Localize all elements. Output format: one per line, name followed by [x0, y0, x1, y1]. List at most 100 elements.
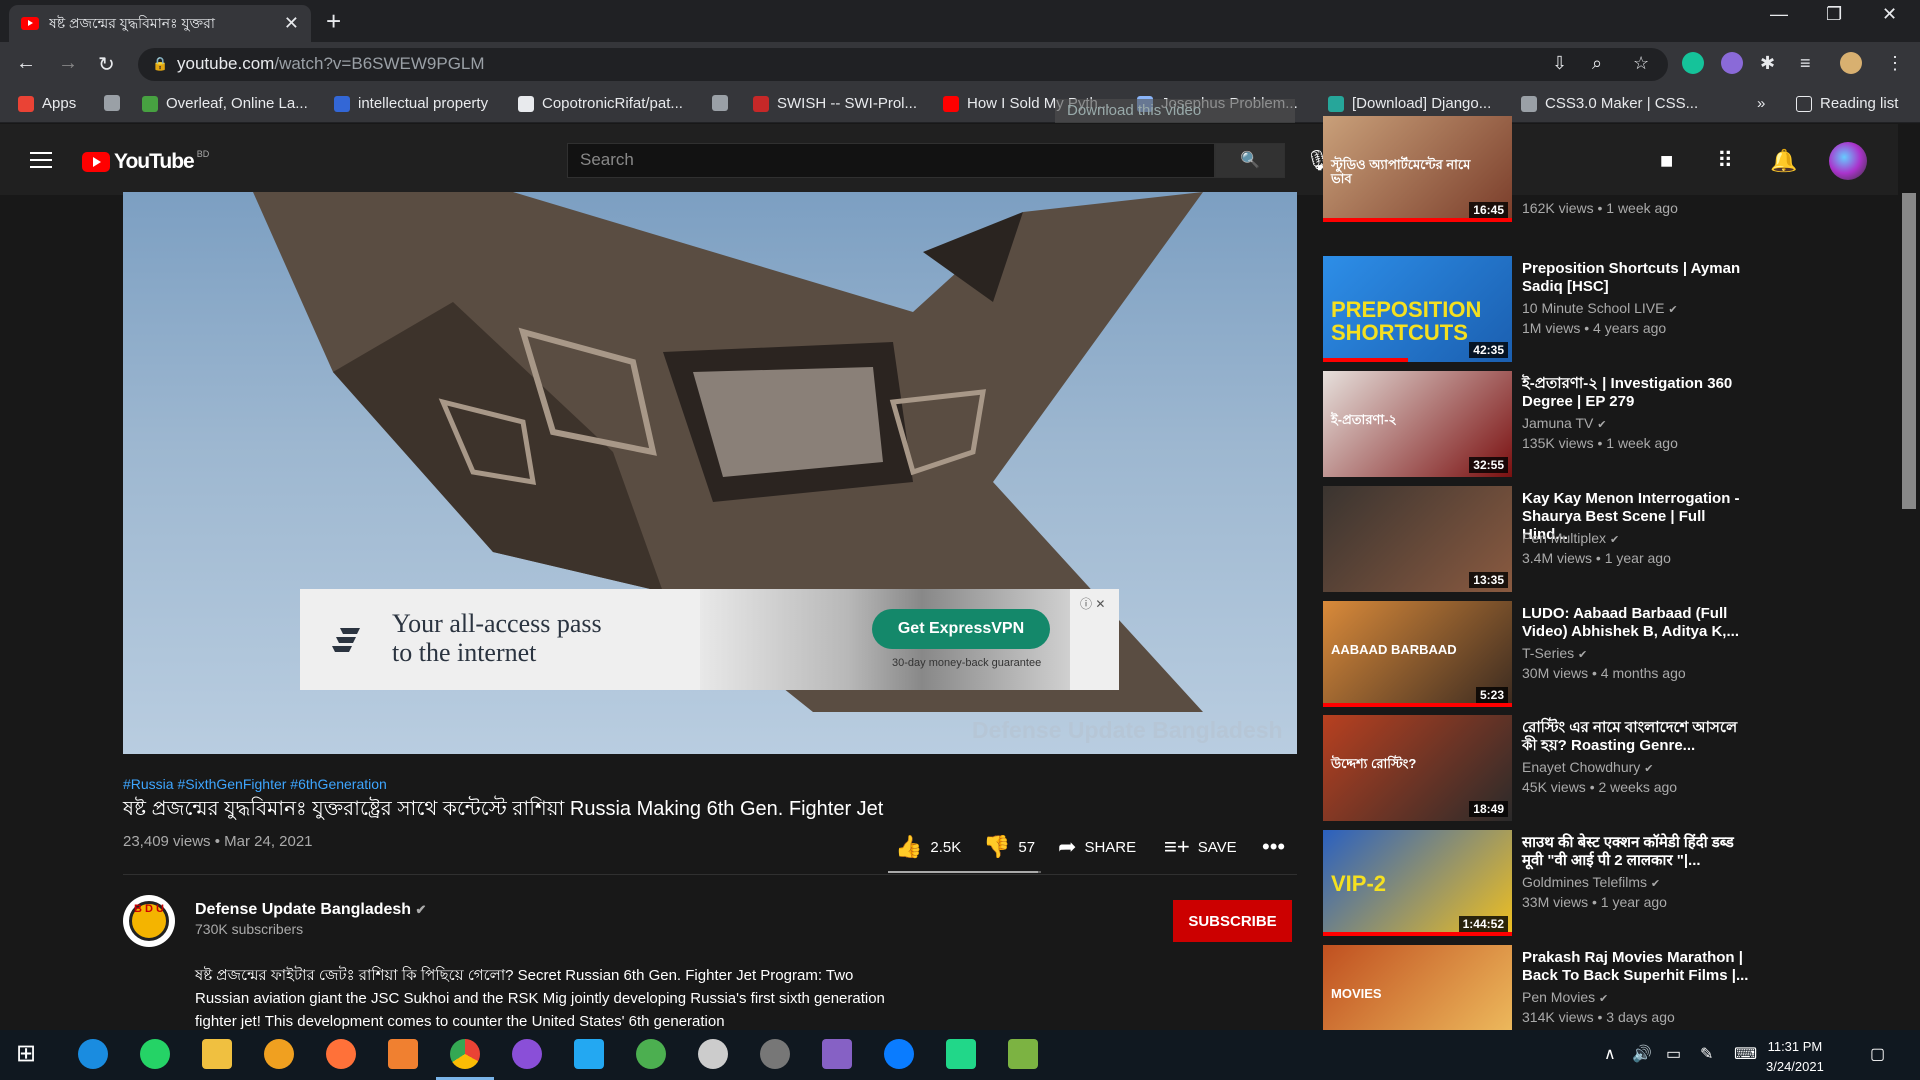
chrome-icon[interactable] [450, 1039, 480, 1069]
messenger-icon[interactable] [884, 1039, 914, 1069]
page-scrollbar[interactable] [1898, 124, 1920, 1030]
bookmark-star-icon[interactable]: ☆ [1633, 53, 1649, 74]
forward-icon[interactable]: → [58, 52, 78, 75]
bookmark-item[interactable] [104, 95, 128, 111]
channel-name[interactable]: Defense Update Bangladesh ✔ [195, 901, 426, 919]
file-explorer-icon[interactable] [202, 1039, 232, 1069]
bookmarks-more-button[interactable]: » [1757, 95, 1765, 112]
bookmark-item[interactable]: CSS3.0 Maker | CSS... [1521, 95, 1698, 112]
download-video-overlay[interactable]: Download this video [1055, 99, 1295, 123]
recommended-video[interactable]: 13:35 Kay Kay Menon Interrogation - Shaur… [1323, 486, 1843, 594]
recommended-video[interactable]: ই-প্রতারণা-২ 32:55 ই-প্রতারণা-২ | Investig… [1323, 371, 1843, 479]
network-icon[interactable]: ▭ [1666, 1044, 1681, 1064]
url-text[interactable]: youtube.com/watch?v=B6SWEW9PGLM [177, 54, 485, 74]
new-tab-button[interactable]: + [326, 6, 341, 37]
reading-list-button[interactable]: Reading list [1796, 95, 1898, 112]
hashtags[interactable]: #Russia #SixthGenFighter #6thGeneration [123, 776, 387, 792]
pycharm-icon[interactable] [946, 1039, 976, 1069]
video-thumbnail[interactable]: ই-প্রতারণা-২ 32:55 [1323, 371, 1512, 477]
video-ad-banner[interactable]: Your all-access pass to the internet Get … [300, 589, 1119, 690]
save-button[interactable]: ≡+ SAVE [1164, 834, 1237, 860]
taskbar-app-icon[interactable] [760, 1039, 790, 1069]
video-thumbnail[interactable]: 13:35 [1323, 486, 1512, 592]
bookmark-item[interactable]: [Download] Django... [1328, 95, 1491, 112]
taskbar-app-icon[interactable] [1008, 1039, 1038, 1069]
extension-icon[interactable] [1721, 52, 1743, 74]
bookmark-item[interactable]: intellectual property [334, 95, 488, 112]
video-thumbnail[interactable]: AABAAD BARBAAD 5:23 [1323, 601, 1512, 707]
video-thumbnail[interactable]: স্টুডিও অ্যাপার্টমেন্টের নামে ভাব 16:45 [1323, 116, 1512, 222]
grammarly-extension-icon[interactable] [1682, 52, 1704, 74]
bookmark-item[interactable]: Apps [18, 95, 76, 112]
install-icon[interactable]: ⇩ [1552, 53, 1567, 74]
recommended-title[interactable]: Preposition Shortcuts | Ayman Sadiq [HSC… [1522, 260, 1754, 296]
profile-avatar[interactable] [1840, 52, 1862, 74]
recommended-video[interactable]: VIP-2 1:44:52 साउथ की बेस्ट एक्शन कॉमेडी ह… [1323, 830, 1843, 938]
minimize-icon[interactable]: — [1770, 4, 1788, 25]
recommended-channel[interactable]: Pen Multiplex ✔ [1522, 530, 1619, 546]
bookmark-item[interactable]: SWISH -- SWI-Prol... [753, 95, 917, 112]
recommended-video[interactable]: PREPOSITION SHORTCUTS 42:35 Preposition Sh… [1323, 256, 1843, 364]
whatsapp-icon[interactable] [140, 1039, 170, 1069]
bookmark-item[interactable]: CopotronicRifat/pat... [518, 95, 683, 112]
recommended-video[interactable]: স্টুডিও অ্যাপার্টমেন্টের নামে ভাব 16:45 16… [1323, 116, 1843, 224]
vscode-icon[interactable] [574, 1039, 604, 1069]
back-icon[interactable]: ← [16, 52, 36, 75]
ad-cta-button[interactable]: Get ExpressVPN [872, 609, 1050, 649]
recommended-title[interactable]: ই-প্রতারণা-২ | Investigation 360 Degree … [1522, 375, 1754, 411]
recommended-channel[interactable]: 10 Minute School LIVE ✔ [1522, 300, 1678, 316]
reload-icon[interactable]: ↻ [98, 52, 115, 77]
share-button[interactable]: ➦ SHARE [1058, 834, 1136, 860]
recommended-channel[interactable]: Enayet Chowdhury ✔ [1522, 759, 1653, 775]
recommended-channel[interactable]: Pen Movies ✔ [1522, 989, 1608, 1005]
subscribe-button[interactable]: SUBSCRIBE [1173, 900, 1292, 942]
recommended-title[interactable]: Prakash Raj Movies Marathon | Back To Ba… [1522, 949, 1754, 985]
recommended-video[interactable]: AABAAD BARBAAD 5:23 LUDO: Aabaad Barbaad (… [1323, 601, 1843, 709]
browser-tab[interactable]: ষষ্ট প্রজন্মের যুদ্ধবিমানঃ যুক্তরা ✕ [9, 5, 311, 42]
video-thumbnail[interactable]: উদ্দেশ্য রোস্টিং? 18:49 [1323, 715, 1512, 821]
taskbar-app-icon[interactable] [78, 1039, 108, 1069]
search-input[interactable]: Search [567, 143, 1215, 178]
bookmark-item[interactable] [712, 95, 736, 111]
recommended-title[interactable]: রোস্টিং এর নামে বাংলাদেশে আসলে কী হয়? R… [1522, 719, 1754, 755]
firefox-icon[interactable] [326, 1039, 356, 1069]
bookmark-item[interactable]: Overleaf, Online La... [142, 95, 308, 112]
taskbar-app-icon[interactable] [264, 1039, 294, 1069]
ad-close-icon[interactable]: ⓘ ✕ [1080, 595, 1105, 612]
zoom-icon[interactable]: ⌕ [1592, 53, 1602, 74]
dislike-button[interactable]: 👎 57 [983, 834, 1035, 860]
channel-avatar[interactable]: B D U [123, 895, 175, 947]
lock-icon[interactable]: 🔒 [152, 56, 168, 72]
taskbar-app-icon[interactable] [636, 1039, 666, 1069]
youtube-logo[interactable]: YouTube BD [82, 149, 209, 174]
close-tab-icon[interactable]: ✕ [284, 13, 299, 34]
like-button[interactable]: 👍 2.5K [895, 834, 961, 860]
recommended-channel[interactable]: Jamuna TV ✔ [1522, 415, 1606, 431]
recommended-title[interactable]: साउथ की बेस्ट एक्शन कॉमेडी हिंदी डब्ड मू… [1522, 834, 1754, 870]
tray-chevron-icon[interactable]: ∧ [1604, 1044, 1616, 1064]
close-window-icon[interactable]: ✕ [1882, 4, 1897, 25]
recommended-channel[interactable]: T-Series ✔ [1522, 645, 1587, 661]
more-actions-icon[interactable]: ••• [1262, 834, 1293, 860]
keyboard-icon[interactable]: ⌨ [1734, 1044, 1757, 1064]
taskbar-app-icon[interactable] [698, 1039, 728, 1069]
pen-icon[interactable]: ✎ [1700, 1044, 1713, 1064]
taskbar-app-icon[interactable] [388, 1039, 418, 1069]
browser-menu-icon[interactable]: ⋮ [1886, 53, 1904, 74]
video-thumbnail[interactable]: PREPOSITION SHORTCUTS 42:35 [1323, 256, 1512, 362]
notification-center-icon[interactable]: ▢ [1870, 1044, 1885, 1064]
volume-icon[interactable]: 🔊 [1632, 1044, 1652, 1064]
media-queue-icon[interactable]: ≡ [1800, 53, 1811, 74]
windows-start-icon[interactable]: ⊞ [16, 1039, 46, 1069]
recommended-video[interactable]: উদ্দেশ্য রোস্টিং? 18:49 রোস্টিং এর নামে বা… [1323, 715, 1843, 823]
visual-studio-icon[interactable] [822, 1039, 852, 1069]
hamburger-menu-icon[interactable] [30, 152, 52, 173]
search-button[interactable]: 🔍 [1215, 143, 1285, 178]
restore-icon[interactable]: ❐ [1826, 4, 1842, 25]
github-desktop-icon[interactable] [512, 1039, 542, 1069]
recommended-title[interactable]: LUDO: Aabaad Barbaad (Full Video) Abhish… [1522, 605, 1754, 641]
video-thumbnail[interactable]: VIP-2 1:44:52 [1323, 830, 1512, 936]
recommended-channel[interactable]: Goldmines Telefilms ✔ [1522, 874, 1660, 890]
system-clock[interactable]: 11:31 PM 3/24/2021 [1766, 1037, 1824, 1077]
scrollbar-thumb[interactable] [1902, 193, 1916, 509]
